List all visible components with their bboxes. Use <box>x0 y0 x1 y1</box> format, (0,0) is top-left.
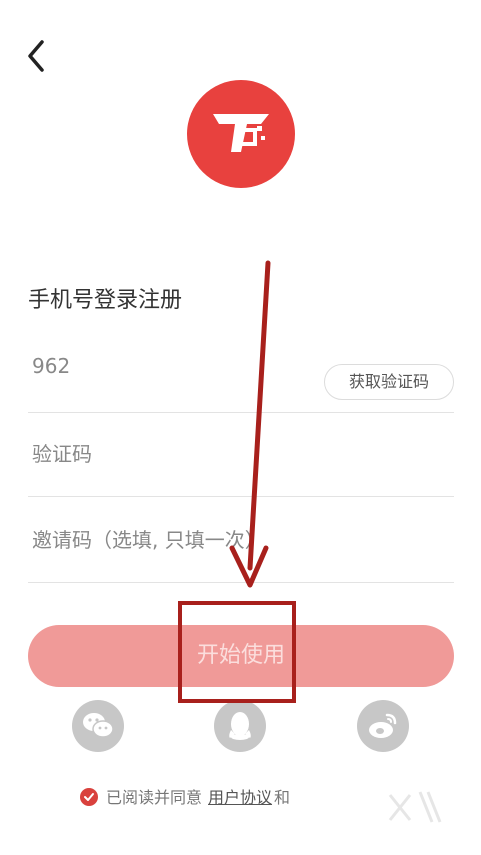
weibo-login-button[interactable] <box>357 700 409 752</box>
agreement-prefix: 已阅读并同意 <box>106 788 203 807</box>
invite-field[interactable]: 邀请码（选填, 只填一次） <box>28 498 454 583</box>
app-logo-icon <box>213 114 269 152</box>
back-button[interactable] <box>20 36 56 76</box>
page-title: 手机号登录注册 <box>28 288 183 313</box>
watermark <box>370 780 460 840</box>
check-icon <box>84 793 94 801</box>
wechat-login-button[interactable] <box>72 700 124 752</box>
get-code-button[interactable]: 获取验证码 <box>324 364 454 400</box>
weibo-icon <box>369 713 397 738</box>
qq-icon <box>229 712 251 740</box>
code-input[interactable]: 验证码 <box>32 438 92 467</box>
agreement-joiner: 和 <box>274 788 291 807</box>
phone-field[interactable]: 962 获取验证码 <box>28 328 454 413</box>
user-agreement-link[interactable]: 用户协议 <box>208 788 272 807</box>
agreement-row: 已阅读并同意 用户协议和 <box>80 784 290 808</box>
chevron-left-icon <box>28 40 44 72</box>
code-field[interactable]: 验证码 <box>28 412 454 497</box>
app-logo <box>187 80 295 188</box>
invite-input[interactable]: 邀请码（选填, 只填一次） <box>32 524 265 553</box>
phone-input[interactable]: 962 <box>32 354 70 378</box>
wechat-icon <box>83 713 114 738</box>
agreement-checkbox[interactable] <box>80 788 98 806</box>
qq-login-button[interactable] <box>214 700 266 752</box>
start-button[interactable]: 开始使用 <box>28 625 454 687</box>
